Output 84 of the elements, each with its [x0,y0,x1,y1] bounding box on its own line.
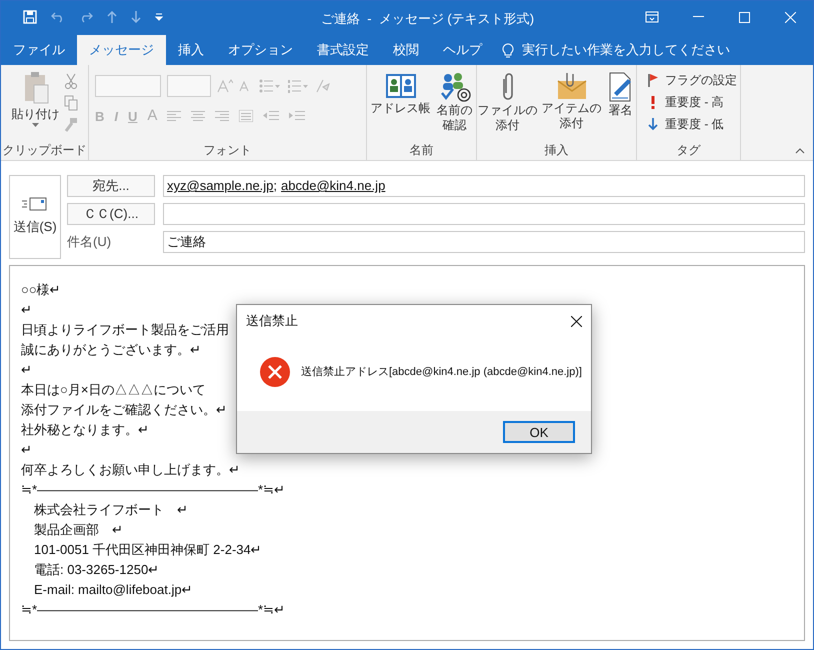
body-line: 何卒よろしくお願い申し上げます。↵ [21,461,240,479]
body-line: 101-0051 千代田区神田神保町 2-2-34↵ [33,541,262,559]
grow-font-icon[interactable] [217,79,233,93]
group-label: 名前 [410,142,434,159]
save-icon[interactable] [23,10,37,24]
to-button[interactable]: 宛先... [67,175,155,197]
ribbon-tab[interactable]: オプション [216,35,305,65]
scissors-icon[interactable] [64,73,78,89]
numbering-icon[interactable] [287,79,309,93]
body-line: E-mail: mailto@lifeboat.jp↵ [33,581,193,599]
ribbon-button[interactable]: アドレス帳 [370,71,430,140]
body-line: ○○様↵ [21,281,61,299]
separator: ; [273,177,278,196]
body-line: 製品企画部 ↵ [33,521,123,539]
dialog-title: 送信禁止 [246,312,298,330]
ribbon-button[interactable]: ファイルの 添付 [478,71,538,140]
close-icon[interactable] [571,316,582,326]
body-line: 日頃よりライフボート製品をご活用 [21,321,229,339]
down-arrow-icon [647,117,659,131]
font-name-field[interactable] [95,75,161,97]
undo-icon[interactable] [51,11,65,23]
subject-label: 件名(U) [67,233,112,252]
ribbon-tab[interactable]: 挿入 [166,35,216,65]
send-button[interactable]: 送信(S) [9,175,61,259]
recipient[interactable]: xyz@sample.ne.jp [167,176,274,196]
group-label: フォント [204,142,252,159]
collapse-ribbon-icon[interactable] [795,148,805,154]
envelope-icon [22,197,48,212]
body-line: ≒*―――――――――――――――――*≒↵ [21,601,286,619]
clear-formatting-icon[interactable] [315,79,331,93]
error-icon [259,356,291,388]
up-arrow-icon[interactable] [107,11,117,23]
ribbon-tab[interactable]: ファイル [1,35,77,65]
body-line: 添付ファイルをご確認ください。↵ [21,401,227,419]
to-field[interactable]: xyz@sample.ne.jp; abcde@kin4.ne.jp [163,175,805,197]
align-left-icon[interactable] [167,110,182,122]
group-label: クリップボード [2,142,86,159]
bullets-icon[interactable] [259,79,281,93]
body-line: ↵ [21,301,32,319]
increase-indent-icon[interactable] [289,110,306,122]
body-line: 本日は○月×日の△△△について [21,381,206,399]
paste-button[interactable]: 貼り付け [12,71,60,140]
ribbon-tab[interactable]: メッセージ [77,35,166,65]
cc-button[interactable]: ＣＣ(C)... [67,203,155,225]
copy-icon[interactable] [64,95,78,111]
body-line: ↵ [21,361,32,379]
group-label: タグ [676,142,700,159]
body-line: ≒*―――――――――――――――――*≒↵ [21,481,286,499]
tag-button[interactable]: 重要度 - 低 [647,115,740,133]
flag-icon [647,73,659,87]
recipient[interactable]: abcde@kin4.ne.jp [281,176,386,196]
body-line: 誠にありがとうございます。↵ [21,341,201,359]
ribbon-tab[interactable]: 書式設定 [305,35,381,65]
ribbon-tab[interactable]: 校閲 [381,35,431,65]
body-line: ↵ [21,441,32,459]
tag-button[interactable]: フラグの設定 [647,71,740,89]
ribbon-button[interactable]: 名前の 確認 [436,71,472,140]
body-line: 株式会社ライフボート ↵ [33,501,188,519]
lightbulb-icon [502,42,514,58]
body-line: 社外秘となります。↵ [21,421,149,439]
cc-field[interactable] [163,203,805,225]
tell-me-search[interactable]: 実行したい作業を入力してください [522,40,730,60]
justify-icon[interactable] [239,110,254,122]
tag-button[interactable]: 重要度 - 高 [647,93,740,111]
ribbon-button[interactable]: アイテムの 添付 [542,71,602,140]
align-center-icon[interactable] [191,110,206,122]
dialog-message: 送信禁止アドレス[abcde@kin4.ne.jp (abcde@kin4.ne.jp)] [301,364,582,380]
customize-caret-icon[interactable] [155,13,163,21]
group-label: 挿入 [544,142,568,159]
font-size-field[interactable] [167,75,211,97]
window-title: ご連絡 - メッセージ (テキスト形式) [321,10,534,28]
format-painter-icon[interactable] [64,117,78,133]
body-line: 電話: 03-3265-1250↵ [33,561,160,579]
decrease-indent-icon[interactable] [263,110,280,122]
message-body[interactable] [9,265,805,641]
redo-icon[interactable] [79,11,93,23]
caret-icon [32,123,39,127]
ok-button[interactable]: OK [503,421,575,443]
ribbon-button[interactable]: 署名 [606,71,636,140]
down-arrow-icon[interactable] [131,11,141,23]
align-right-icon[interactable] [215,110,230,122]
subject-field[interactable]: ご連絡 [163,231,805,253]
address-book-icon [384,71,418,101]
ribbon-tab[interactable]: ヘルプ [431,35,494,65]
